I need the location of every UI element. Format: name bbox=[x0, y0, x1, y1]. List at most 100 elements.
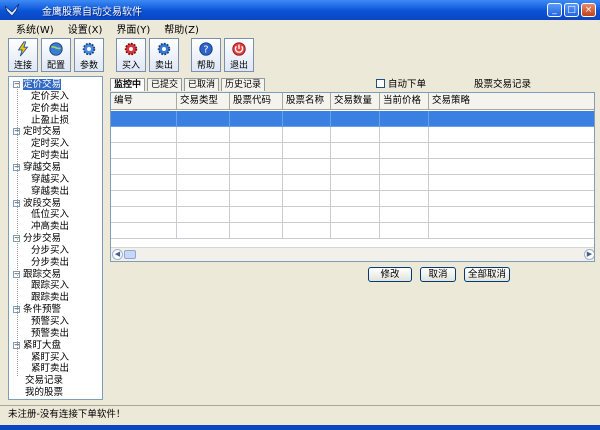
tab-cancelled[interactable]: 已取消 bbox=[184, 78, 220, 91]
tree-item[interactable]: 冲高卖出 bbox=[31, 221, 69, 232]
table-cell[interactable] bbox=[429, 127, 594, 143]
tree-item[interactable]: 定时卖出 bbox=[31, 150, 69, 161]
tree-item[interactable]: 紧盯买入 bbox=[31, 352, 69, 363]
table-cell[interactable] bbox=[380, 111, 429, 127]
table-cell[interactable] bbox=[331, 127, 380, 143]
table-row[interactable] bbox=[111, 143, 594, 159]
table-cell[interactable] bbox=[429, 207, 594, 223]
tree-item[interactable]: 低位买入 bbox=[31, 209, 69, 220]
table-cell[interactable] bbox=[283, 207, 331, 223]
table-row[interactable] bbox=[111, 159, 594, 175]
connect-button[interactable]: 连接 bbox=[8, 38, 38, 72]
table-cell[interactable] bbox=[111, 159, 177, 175]
scroll-thumb[interactable] bbox=[124, 250, 136, 259]
table-cell[interactable] bbox=[380, 223, 429, 239]
menu-system[interactable]: 系统(W) bbox=[14, 21, 56, 36]
auto-order-checkbox[interactable] bbox=[376, 78, 385, 88]
table-cell[interactable] bbox=[230, 191, 283, 207]
horizontal-scrollbar[interactable]: ◀ ▶ bbox=[111, 247, 594, 261]
table-cell[interactable] bbox=[111, 191, 177, 207]
table-cell[interactable] bbox=[177, 207, 230, 223]
table-cell[interactable] bbox=[380, 191, 429, 207]
table-cell[interactable] bbox=[380, 159, 429, 175]
column-header[interactable]: 交易数量 bbox=[331, 93, 380, 110]
table-cell[interactable] bbox=[429, 191, 594, 207]
table-cell[interactable] bbox=[429, 159, 594, 175]
tree-group[interactable]: − 穿越交易 bbox=[13, 162, 61, 173]
tree-item[interactable]: 定价卖出 bbox=[31, 103, 69, 114]
table-row[interactable] bbox=[111, 175, 594, 191]
tab-monitoring[interactable]: 监控中 bbox=[110, 78, 146, 91]
tree-group[interactable]: − 紧盯大盘 bbox=[13, 340, 61, 351]
table-cell[interactable] bbox=[331, 191, 380, 207]
table-row[interactable] bbox=[111, 127, 594, 143]
scroll-right-icon[interactable]: ▶ bbox=[584, 249, 594, 260]
table-cell[interactable] bbox=[283, 159, 331, 175]
table-cell[interactable] bbox=[380, 207, 429, 223]
tree-item[interactable]: 定价买入 bbox=[31, 91, 69, 102]
tree-group[interactable]: 交易记录 bbox=[25, 375, 63, 386]
tree-group[interactable]: − 定价交易 bbox=[13, 79, 62, 90]
table-cell[interactable] bbox=[111, 143, 177, 159]
table-cell[interactable] bbox=[331, 175, 380, 191]
table-cell[interactable] bbox=[380, 143, 429, 159]
table-cell[interactable] bbox=[230, 159, 283, 175]
table-cell[interactable] bbox=[283, 191, 331, 207]
table-row[interactable] bbox=[111, 223, 594, 239]
tree-item[interactable]: 跟踪卖出 bbox=[31, 292, 69, 303]
tree-group[interactable]: − 条件预警 bbox=[13, 304, 61, 315]
tab-history[interactable]: 历史记录 bbox=[221, 78, 266, 91]
config-button[interactable]: 配置 bbox=[41, 38, 71, 72]
tree-item[interactable]: 定时买入 bbox=[31, 138, 69, 149]
column-header[interactable]: 编号 bbox=[111, 93, 177, 110]
tree-item[interactable]: 分步买入 bbox=[31, 245, 69, 256]
tab-submitted[interactable]: 已提交 bbox=[147, 78, 183, 91]
table-cell[interactable] bbox=[380, 175, 429, 191]
exit-button[interactable]: 退出 bbox=[224, 38, 254, 72]
table-cell[interactable] bbox=[111, 207, 177, 223]
menu-interface[interactable]: 界面(Y) bbox=[114, 21, 152, 36]
buy-button[interactable]: 买入 bbox=[116, 38, 146, 72]
column-header[interactable]: 股票名称 bbox=[283, 93, 331, 110]
cancel-all-button[interactable]: 全部取消 bbox=[464, 267, 510, 282]
table-cell[interactable] bbox=[331, 143, 380, 159]
table-cell[interactable] bbox=[283, 127, 331, 143]
tree-item[interactable]: 紧盯卖出 bbox=[31, 363, 69, 374]
help-button[interactable]: ? 帮助 bbox=[191, 38, 221, 72]
column-header[interactable]: 股票代码 bbox=[230, 93, 283, 110]
tree-item[interactable]: 预警买入 bbox=[31, 316, 69, 327]
column-header[interactable]: 交易类型 bbox=[177, 93, 230, 110]
table-cell[interactable] bbox=[429, 143, 594, 159]
table-cell[interactable] bbox=[111, 223, 177, 239]
table-cell[interactable] bbox=[230, 175, 283, 191]
table-cell[interactable] bbox=[177, 127, 230, 143]
table-cell[interactable] bbox=[230, 111, 283, 127]
menu-settings[interactable]: 设置(X) bbox=[66, 21, 105, 36]
params-button[interactable]: 参数 bbox=[74, 38, 104, 72]
table-cell[interactable] bbox=[230, 207, 283, 223]
column-header[interactable]: 当前价格 bbox=[380, 93, 429, 110]
tree-item[interactable]: 跟踪买入 bbox=[31, 280, 69, 291]
table-cell[interactable] bbox=[111, 175, 177, 191]
table-cell[interactable] bbox=[331, 159, 380, 175]
table-cell[interactable] bbox=[380, 127, 429, 143]
table-cell[interactable] bbox=[429, 175, 594, 191]
table-cell[interactable] bbox=[177, 159, 230, 175]
auto-order-toggle[interactable]: 自动下单 bbox=[376, 76, 426, 90]
tree-item[interactable]: 预警卖出 bbox=[31, 328, 69, 339]
table-row[interactable] bbox=[111, 191, 594, 207]
minimize-button[interactable]: _ bbox=[547, 3, 562, 17]
menu-help[interactable]: 帮助(Z) bbox=[162, 21, 201, 36]
table-cell[interactable] bbox=[111, 111, 177, 127]
table-cell[interactable] bbox=[111, 127, 177, 143]
table-cell[interactable] bbox=[177, 111, 230, 127]
tree-item[interactable]: 穿越卖出 bbox=[31, 186, 69, 197]
table-row[interactable] bbox=[111, 207, 594, 223]
table-cell[interactable] bbox=[177, 175, 230, 191]
table-cell[interactable] bbox=[429, 111, 594, 127]
table-cell[interactable] bbox=[429, 223, 594, 239]
tree-item[interactable]: 穿越买入 bbox=[31, 174, 69, 185]
table-cell[interactable] bbox=[283, 111, 331, 127]
table-cell[interactable] bbox=[177, 223, 230, 239]
table-cell[interactable] bbox=[177, 143, 230, 159]
